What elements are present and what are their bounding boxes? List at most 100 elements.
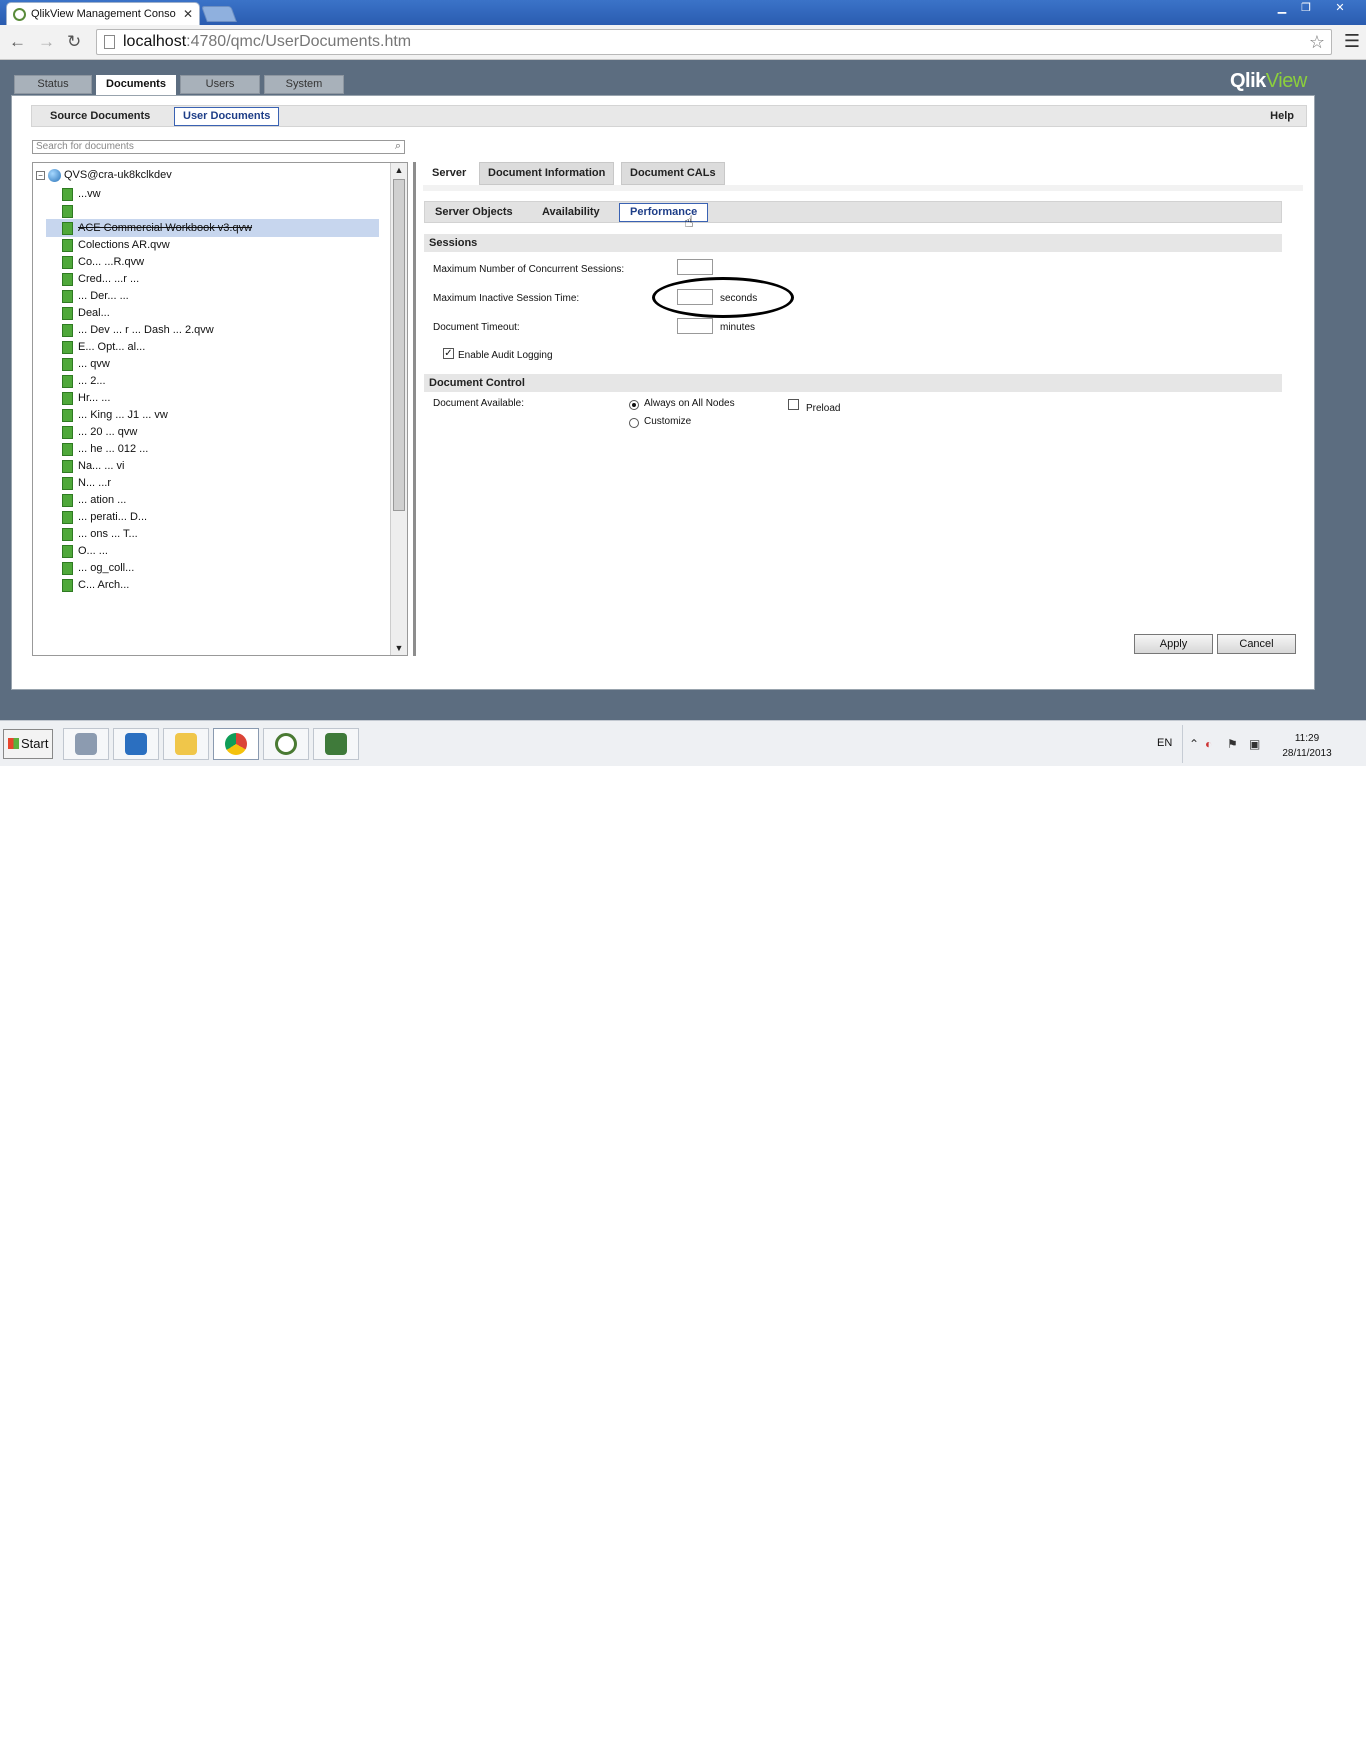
tree-item[interactable]: ... ation ... [46,491,379,509]
tree-item-label: ... 20 ... qvw [78,426,138,438]
document-icon [62,527,73,541]
tree-root-node[interactable]: − QVS@cra-uk8kclkdev [36,167,172,183]
tree-item[interactable]: Na... ... vi [46,457,379,475]
tree-item[interactable]: Co... ...R.qvw [46,253,379,271]
bookmark-star-icon[interactable]: ☆ [1309,32,1325,53]
collapse-icon[interactable]: − [36,170,45,180]
tree-item[interactable]: E... Opt... al... [46,338,379,356]
detail-pane: Server Document Information Document CAL… [423,162,1303,656]
max-concurrent-input[interactable] [677,259,713,275]
document-icon [62,340,73,354]
tab-server[interactable]: Server [423,162,476,185]
main-tab-users[interactable]: Users [180,75,260,94]
network-icon[interactable]: ▣ [1249,737,1260,751]
tree-item[interactable]: ... og_coll... [46,559,379,577]
document-icon [62,561,73,575]
document-icon [62,187,73,201]
taskbar-qlikview[interactable] [263,728,309,760]
scrollbar-thumb[interactable] [393,179,405,511]
restore-icon[interactable]: ❐ [1294,2,1318,16]
always-on-all-nodes-radio[interactable] [629,400,639,410]
minimize-icon[interactable]: ▁ [1270,2,1294,16]
tab-close-icon[interactable]: ✕ [183,7,193,21]
preload-checkbox[interactable] [788,399,799,410]
tree-item-label: Cred... ...r ... [78,273,140,285]
tree-item[interactable]: Hr... ... [46,389,379,407]
browser-tab-qmc[interactable]: QlikView Management Conso ✕ [6,2,200,25]
tree-item-selected[interactable]: ACE Commercial Workbook v3.qvw [46,219,379,237]
start-button[interactable]: Start [3,729,53,759]
document-icon [62,272,73,286]
tree-item[interactable]: C... Arch... [46,576,379,594]
main-tab-status[interactable]: Status [14,75,92,94]
tree-scrollbar[interactable]: ▲ ▼ [390,163,407,655]
subtab-performance[interactable]: Performance [619,203,709,222]
tree-item[interactable]: O... ... [46,542,379,560]
taskbar-powershell[interactable] [113,728,159,760]
page-icon [104,35,115,49]
scroll-down-arrow-icon[interactable]: ▼ [391,641,407,655]
taskbar-chrome[interactable] [213,728,259,760]
tree-item[interactable]: ... Dev ... r ... Dash ... 2.qvw [46,321,379,339]
doc-timeout-input[interactable] [677,318,713,334]
close-window-icon[interactable]: ✕ [1328,2,1352,16]
search-placeholder: Search for documents [36,141,134,152]
taskbar-clock[interactable]: 11:29 28/11/2013 [1272,731,1342,761]
browser-toolbar: ← → ↻ localhost :4780/qmc/UserDocuments.… [0,25,1366,60]
volume-muted-icon[interactable]: ◐ [1205,737,1212,751]
tree-item[interactable]: ... King ... J1 ... vw [46,406,379,424]
language-indicator[interactable]: EN [1157,737,1172,749]
forward-arrow-icon[interactable]: → [38,32,55,52]
tree-item[interactable]: N... ...r [46,474,379,492]
action-center-flag-icon[interactable]: ⚑ [1227,737,1238,751]
subtab-source-documents[interactable]: Source Documents [42,107,158,126]
preload-label: Preload [806,403,841,414]
tree-item[interactable]: ...vw [46,185,379,203]
taskbar-explorer[interactable] [163,728,209,760]
subtab-user-documents[interactable]: User Documents [174,107,280,126]
document-icon [62,442,73,456]
subtab-availability[interactable]: Availability [532,203,610,222]
taskbar-server-manager[interactable] [63,728,109,760]
tab-document-information[interactable]: Document Information [479,162,615,185]
tree-item[interactable] [46,202,379,220]
tree-item[interactable]: ... perati... D... [46,508,379,526]
tree-item-label: ... King ... J1 ... vw [78,409,168,421]
tree-item[interactable]: ... Der... ... [46,287,379,305]
audit-logging-checkbox[interactable]: ✓ [443,348,454,359]
tab-document-cals[interactable]: Document CALs [621,162,725,185]
tree-item[interactable]: ... ons ... T... [46,525,379,543]
main-tab-documents[interactable]: Documents [96,75,176,97]
tree-item-label: ... 2... [78,375,106,387]
scroll-up-arrow-icon[interactable]: ▲ [391,163,407,177]
tree-item[interactable]: Deal... [46,304,379,322]
subtab-server-objects[interactable]: Server Objects [425,203,523,222]
cancel-button[interactable]: Cancel [1217,634,1296,654]
search-input[interactable]: Search for documents ⌕ [32,140,405,154]
back-arrow-icon[interactable]: ← [9,32,26,52]
taskbar-task-manager[interactable] [313,728,359,760]
highlight-ellipse [652,277,794,318]
tree-item[interactable]: ... qvw [46,355,379,373]
help-link[interactable]: Help [1262,107,1302,126]
tree-item-label: ... ons ... T... [78,528,138,540]
tree-item[interactable]: Colections AR.qvw [46,236,379,254]
tree-item-label: ... he ... 012 ... [78,443,149,455]
customize-radio[interactable] [629,418,639,428]
chrome-menu-icon[interactable]: ☰ [1344,31,1360,52]
tree-item-label: Na... ... vi [78,460,125,472]
tree-item-label: O... ... [78,545,108,557]
main-tab-system[interactable]: System [264,75,344,94]
search-icon[interactable]: ⌕ [395,140,401,152]
panel-splitter[interactable] [413,162,416,656]
tree-item[interactable]: ... 2... [46,372,379,390]
tree-item[interactable]: ... he ... 012 ... [46,440,379,458]
apply-button[interactable]: Apply [1134,634,1213,654]
new-tab-button[interactable] [201,6,237,22]
show-hidden-icons-icon[interactable]: ⌃ [1189,737,1199,751]
reload-icon[interactable]: ↻ [67,32,81,52]
tree-item[interactable]: ... 20 ... qvw [46,423,379,441]
main-panel: Source Documents User Documents Help Sea… [11,95,1315,690]
tree-item[interactable]: Cred... ...r ... [46,270,379,288]
address-bar[interactable]: localhost :4780/qmc/UserDocuments.htm ☆ [96,29,1332,55]
